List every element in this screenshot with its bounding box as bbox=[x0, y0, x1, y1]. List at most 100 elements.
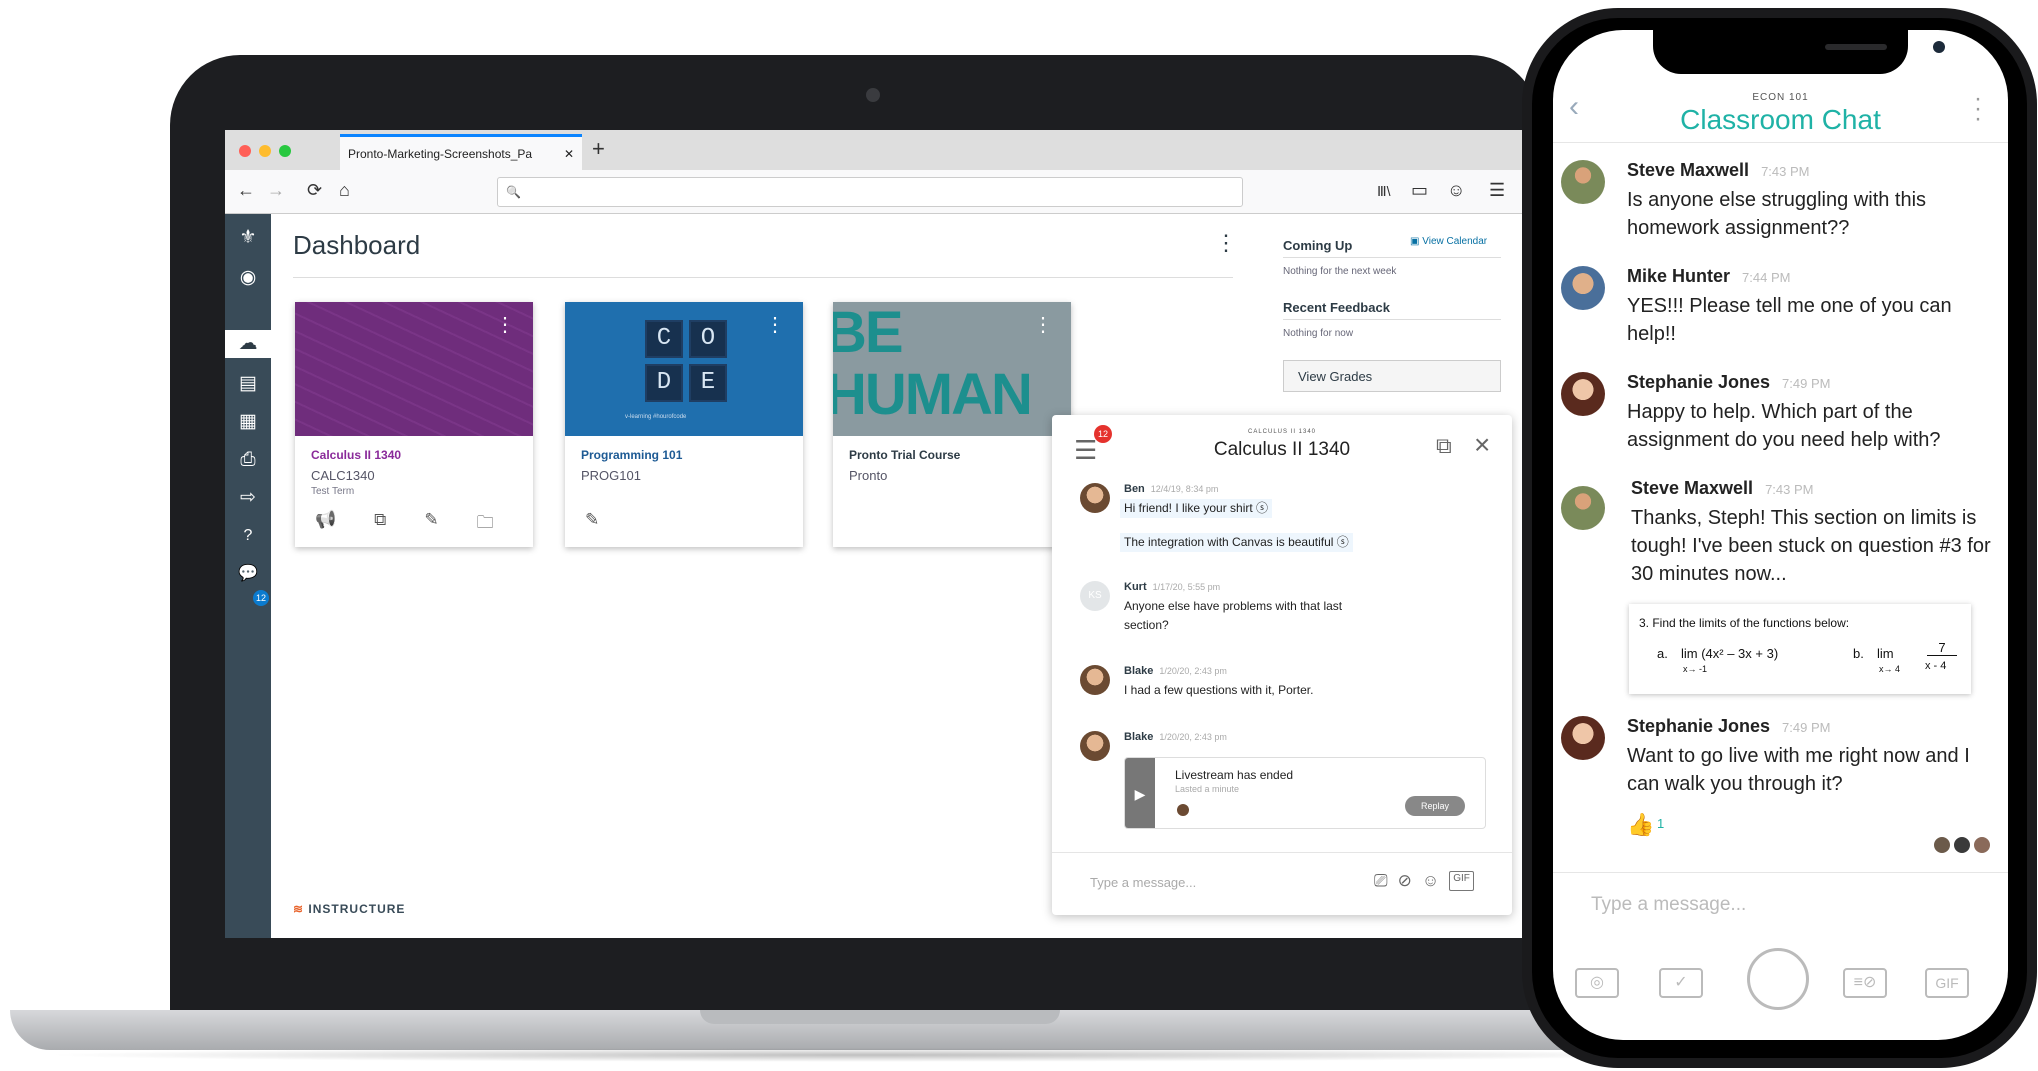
browser-tab[interactable]: Pronto-Marketing-Screenshots_Pa ✕ bbox=[340, 134, 582, 170]
card-options-icon[interactable]: ⋮ bbox=[765, 312, 785, 337]
thumbs-up-reaction-icon[interactable]: 👍 bbox=[1627, 812, 1654, 838]
view-grades-button[interactable]: View Grades bbox=[1283, 360, 1501, 392]
close-icon[interactable]: × bbox=[1474, 429, 1490, 461]
avatar[interactable] bbox=[1561, 716, 1605, 760]
inbox-icon[interactable]: ⎙ bbox=[234, 446, 262, 474]
more-options-icon[interactable]: · · · bbox=[1973, 87, 1983, 131]
minimize-window-button[interactable] bbox=[259, 145, 271, 157]
avatar[interactable] bbox=[1561, 266, 1605, 310]
url-input[interactable]: 🔍 bbox=[497, 177, 1243, 207]
message-author: Ben 12/4/19, 8:34 pm bbox=[1124, 483, 1218, 495]
calendar-icon[interactable]: ▦ bbox=[234, 408, 262, 436]
view-calendar-label: View Calendar bbox=[1422, 236, 1488, 247]
courses-icon[interactable]: ▤ bbox=[234, 370, 262, 398]
assignments-icon[interactable]: ✎ bbox=[424, 510, 438, 539]
forward-icon[interactable]: → bbox=[267, 180, 285, 201]
course-card-pronto-trial[interactable]: BE HUMAN ⋮ Pronto Trial Course Pronto bbox=[833, 302, 1071, 547]
math-attachment[interactable]: 3. Find the limits of the functions belo… bbox=[1629, 604, 1971, 694]
code-letter: D bbox=[645, 364, 683, 402]
message-input[interactable]: Type a message... bbox=[1591, 894, 1746, 916]
course-card-programming[interactable]: C O D E v-learning #hourofcode ⋮ Program… bbox=[565, 302, 803, 547]
author-name: Stephanie Jones bbox=[1627, 716, 1771, 736]
new-tab-button[interactable]: + bbox=[592, 136, 605, 162]
discussions-icon[interactable]: ⧉ bbox=[374, 510, 386, 539]
pronto-chat-icon[interactable]: 💬 bbox=[234, 560, 262, 588]
camera-icon[interactable]: ◎ bbox=[1575, 968, 1619, 998]
announcements-icon[interactable]: 📢 bbox=[315, 510, 336, 539]
menu-icon[interactable]: ☰ bbox=[1489, 180, 1505, 201]
avatar bbox=[1933, 836, 1951, 854]
close-window-button[interactable] bbox=[239, 145, 251, 157]
course-code: CALC1340 bbox=[311, 468, 375, 483]
canvas-logo-icon[interactable]: ⚜ bbox=[234, 224, 262, 252]
laptop-base-notch bbox=[700, 1010, 1060, 1024]
dashboard-icon[interactable]: ☁ bbox=[225, 330, 271, 358]
video-call-icon[interactable]: ⎚ bbox=[1374, 871, 1388, 891]
replay-button[interactable]: Replay bbox=[1405, 796, 1465, 816]
livestream-duration: Lasted a minute bbox=[1175, 784, 1240, 794]
message-time: 7:44 PM bbox=[1742, 270, 1791, 285]
gif-icon[interactable]: GIF bbox=[1925, 968, 1969, 998]
code-logo: C O D E bbox=[645, 320, 727, 402]
avatar[interactable] bbox=[1561, 372, 1605, 416]
coming-up-empty: Nothing for the next week bbox=[1283, 266, 1397, 277]
message-text: Thanks, Steph! This section on limits is… bbox=[1631, 507, 1991, 585]
card-action-icons: ✎ bbox=[585, 510, 599, 530]
message-author: Steve Maxwell 7:43 PM bbox=[1631, 478, 1813, 499]
reader-view-icon[interactable]: ▭ bbox=[1411, 180, 1428, 201]
avatar[interactable] bbox=[1561, 486, 1605, 530]
card-options-icon[interactable]: ⋮ bbox=[495, 312, 515, 337]
dashboard-options-icon[interactable]: ⋮ bbox=[1215, 230, 1237, 256]
reaction-count: 1 bbox=[1657, 816, 1665, 831]
account-icon[interactable]: ◉ bbox=[234, 264, 262, 292]
message-author: Blake 1/20/20, 2:43 pm bbox=[1124, 731, 1227, 743]
course-title[interactable]: Pronto Trial Course bbox=[849, 448, 960, 462]
gif-icon[interactable]: GIF bbox=[1449, 871, 1474, 891]
commons-icon[interactable]: ⇨ bbox=[234, 484, 262, 512]
card-options-icon[interactable]: ⋮ bbox=[1033, 312, 1053, 337]
tab-close-icon[interactable]: ✕ bbox=[564, 147, 574, 161]
reload-icon[interactable]: ⟳ bbox=[307, 180, 322, 201]
message-text: Happy to help. Which part of the assignm… bbox=[1627, 401, 1941, 451]
assignments-icon[interactable]: ✎ bbox=[585, 510, 599, 530]
course-card-image: C O D E v-learning #hourofcode ⋮ bbox=[565, 302, 803, 436]
author-name: Blake bbox=[1124, 731, 1154, 743]
attach-icon[interactable]: ≡⊘ bbox=[1843, 968, 1887, 998]
message-input[interactable]: Type a message... bbox=[1090, 875, 1196, 890]
help-icon[interactable]: ? bbox=[234, 522, 262, 550]
files-icon[interactable]: 🗀 bbox=[477, 510, 494, 539]
be-text: BE bbox=[833, 302, 904, 365]
avatar[interactable] bbox=[1561, 160, 1605, 204]
avatar[interactable] bbox=[1080, 483, 1110, 513]
livestream-card: ▶ Livestream has ended Lasted a minute R… bbox=[1124, 757, 1486, 829]
message-text: section? bbox=[1124, 618, 1169, 632]
instructure-logo[interactable]: ≋ INSTRUCTURE bbox=[293, 902, 405, 916]
math-part-b-limit: x→ 4 bbox=[1879, 664, 1901, 674]
avatar[interactable]: KS bbox=[1080, 581, 1110, 611]
math-part-b-expr: lim bbox=[1877, 646, 1894, 661]
be-human-graphic: BE HUMAN bbox=[833, 302, 1033, 426]
tab-title: Pronto-Marketing-Screenshots_Pa bbox=[348, 147, 533, 161]
zoom-window-button[interactable] bbox=[279, 145, 291, 157]
code-tagline: v-learning #hourofcode bbox=[625, 414, 687, 420]
attach-icon[interactable]: ⊘ bbox=[1398, 871, 1412, 891]
library-icon[interactable]: Ⅲ\ bbox=[1377, 183, 1391, 200]
popout-icon[interactable]: ⧉ bbox=[1436, 433, 1452, 459]
avatar[interactable] bbox=[1080, 731, 1110, 761]
avatar[interactable] bbox=[1080, 665, 1110, 695]
account-icon[interactable]: ☺ bbox=[1447, 180, 1465, 201]
emoji-icon[interactable]: ☺ bbox=[1422, 871, 1439, 891]
message-text: The integration with Canvas is beautiful… bbox=[1120, 533, 1353, 552]
message-text: YES!!! Please tell me one of you can hel… bbox=[1627, 295, 1952, 345]
avatar bbox=[1177, 804, 1189, 816]
laptop-camera bbox=[866, 88, 880, 102]
view-calendar-link[interactable]: ▣ View Calendar bbox=[1410, 236, 1487, 247]
course-title[interactable]: Programming 101 bbox=[581, 448, 682, 462]
course-title[interactable]: Calculus II 1340 bbox=[311, 448, 401, 462]
record-button[interactable] bbox=[1747, 948, 1809, 1010]
search-icon: 🔍 bbox=[506, 185, 521, 199]
back-icon[interactable]: ← bbox=[237, 180, 255, 201]
course-card-calculus[interactable]: ⋮ Calculus II 1340 CALC1340 Test Term 📢 … bbox=[295, 302, 533, 547]
checklist-icon[interactable]: ✓ bbox=[1659, 968, 1703, 998]
home-icon[interactable]: ⌂ bbox=[339, 180, 350, 201]
